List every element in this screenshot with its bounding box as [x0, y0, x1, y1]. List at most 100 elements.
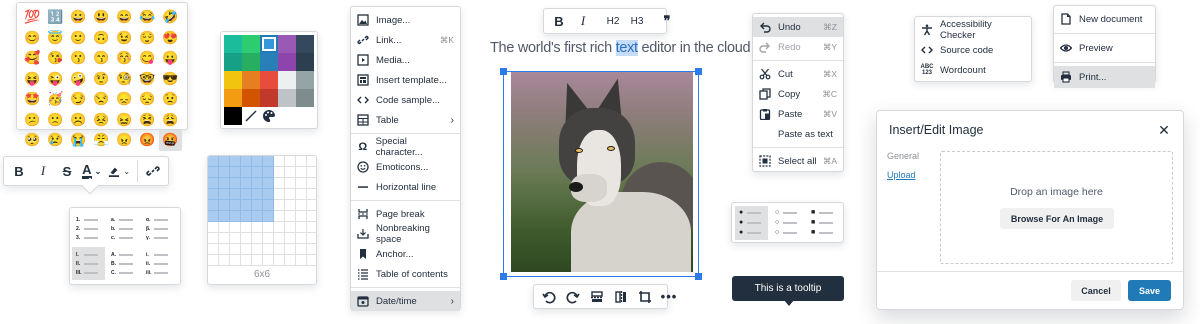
menu-item-horizontal-line[interactable]: Horizontal line — [351, 177, 460, 197]
menu-item-new-document[interactable]: New document — [1054, 8, 1155, 30]
emoji-item[interactable]: 😜 — [44, 69, 67, 90]
tab-general[interactable]: General — [887, 151, 919, 161]
numbered-list-style[interactable]: α. β. γ. — [142, 212, 175, 245]
emoji-item[interactable]: 😢 — [44, 130, 67, 151]
menu-item-page-break[interactable]: Page break — [351, 204, 460, 224]
italic-button[interactable]: I — [31, 159, 55, 183]
color-swatch[interactable] — [242, 35, 260, 53]
emoji-item[interactable]: 🤓 — [136, 69, 159, 90]
color-swatch[interactable] — [296, 35, 314, 53]
color-swatch[interactable] — [278, 35, 296, 53]
color-swatch[interactable] — [296, 53, 314, 71]
menu-item-date-time[interactable]: Date/time › — [351, 291, 460, 311]
emoji-item[interactable]: 🙃 — [90, 28, 113, 49]
menu-item-media[interactable]: Media... — [351, 50, 460, 70]
color-swatch[interactable] — [260, 35, 278, 53]
emoji-item[interactable]: 😟 — [159, 89, 182, 110]
emoji-item[interactable]: 😋 — [136, 48, 159, 69]
numbered-list-style[interactable]: I. II. III. — [72, 247, 105, 280]
italic-button[interactable]: I — [571, 9, 595, 33]
emoji-item[interactable]: 😍 — [159, 28, 182, 49]
flip-horizontal-button[interactable] — [609, 285, 633, 309]
bullet-style-square[interactable]: ■ ■ ■ — [807, 206, 840, 240]
emoji-item[interactable]: 😒 — [90, 89, 113, 110]
h2-button[interactable]: H2 — [601, 9, 625, 33]
emoji-item[interactable]: 😝 — [21, 69, 44, 90]
emoji-item[interactable]: 😂 — [136, 7, 159, 28]
tab-upload[interactable]: Upload — [887, 170, 919, 180]
emoji-item[interactable]: 😊 — [21, 28, 44, 49]
menu-item-image[interactable]: Image... — [351, 10, 460, 30]
table-grid[interactable] — [208, 156, 316, 266]
menu-item-source-code[interactable]: Source code — [915, 40, 1031, 60]
emoji-item[interactable]: 🥳 — [44, 89, 67, 110]
cancel-button[interactable]: Cancel — [1071, 280, 1121, 301]
menu-item-emoticons[interactable]: Emoticons... — [351, 157, 460, 177]
menu-item-select-all[interactable]: Select all ⌘A — [753, 151, 843, 171]
emoji-item[interactable]: 🥰 — [21, 48, 44, 69]
emoji-item[interactable]: 😘 — [44, 48, 67, 69]
color-swatch[interactable] — [278, 89, 296, 107]
numbered-list-style[interactable]: 1. 2. 3. — [72, 212, 105, 245]
emoji-item[interactable]: 😣 — [90, 110, 113, 131]
browse-image-button[interactable]: Browse For An Image — [1000, 208, 1114, 229]
color-swatch[interactable] — [224, 107, 242, 125]
menu-item-paste[interactable]: Paste ⌘V — [753, 104, 843, 124]
color-swatch[interactable] — [224, 53, 242, 71]
color-swatch[interactable] — [296, 71, 314, 89]
menu-item-paste-as-text[interactable]: Paste as text — [753, 124, 843, 144]
rotate-left-button[interactable] — [537, 285, 561, 309]
color-swatch[interactable] — [224, 89, 242, 107]
emoji-item[interactable]: 🤣 — [159, 7, 182, 28]
menu-item-code-sample[interactable]: Code sample... — [351, 90, 460, 110]
resize-handle[interactable] — [695, 273, 702, 280]
remove-color-icon[interactable] — [242, 107, 260, 125]
emoji-item[interactable]: 😕 — [21, 110, 44, 131]
resize-handle[interactable] — [500, 68, 507, 75]
emoji-item[interactable]: 😏 — [67, 89, 90, 110]
blockquote-button[interactable]: ❞ — [655, 9, 679, 33]
more-button[interactable]: ••• — [657, 285, 681, 309]
emoji-item[interactable]: 😇 — [44, 28, 67, 49]
menu-item-anchor[interactable]: Anchor... — [351, 244, 460, 264]
emoji-item[interactable]: 🤬 — [159, 130, 182, 151]
emoji-item[interactable]: 😗 — [67, 48, 90, 69]
emoji-item[interactable]: 😞 — [113, 89, 136, 110]
rotate-right-button[interactable] — [561, 285, 585, 309]
resize-handle[interactable] — [500, 273, 507, 280]
bullet-style-disc[interactable]: ● ● ● — [735, 205, 768, 240]
emoji-item[interactable]: 😩 — [159, 110, 182, 131]
editor-headline[interactable]: The world's first rich text editor in th… — [490, 40, 751, 56]
emoji-item[interactable]: 💯 — [21, 7, 44, 28]
color-swatch[interactable] — [242, 53, 260, 71]
emoji-item[interactable]: 🤩 — [21, 89, 44, 110]
link-button[interactable] — [141, 159, 165, 183]
emoji-item[interactable]: 😚 — [113, 48, 136, 69]
menu-item-link[interactable]: Link... ⌘K — [351, 30, 460, 50]
emoji-item[interactable]: 🔢 — [44, 7, 67, 28]
emoji-item[interactable]: 🙂 — [67, 28, 90, 49]
menu-item-cut[interactable]: Cut ⌘X — [753, 64, 843, 84]
menu-item-table[interactable]: Table › — [351, 110, 460, 130]
emoji-item[interactable]: 🤪 — [67, 69, 90, 90]
emoji-item[interactable]: 🥺 — [21, 130, 44, 151]
bold-button[interactable]: B — [7, 159, 31, 183]
emoji-item[interactable]: 😌 — [136, 28, 159, 49]
numbered-list-style[interactable]: i. ii. iii. — [142, 247, 175, 280]
resize-handle[interactable] — [695, 68, 702, 75]
color-swatch[interactable] — [224, 71, 242, 89]
emoji-item[interactable]: ☹️ — [67, 110, 90, 131]
emoji-item[interactable]: 🧐 — [113, 69, 136, 90]
flip-vertical-button[interactable] — [585, 285, 609, 309]
emoji-item[interactable]: 😫 — [136, 110, 159, 131]
emoji-item[interactable]: 😔 — [136, 89, 159, 110]
menu-item-copy[interactable]: Copy ⌘C — [753, 84, 843, 104]
menu-item-redo[interactable]: Redo ⌘Y — [753, 37, 843, 57]
menu-item-preview[interactable]: Preview — [1054, 37, 1155, 59]
highlight-color-button[interactable]: ⌄ — [104, 159, 134, 183]
menu-item-special-character[interactable]: Ω Special character... — [351, 136, 460, 158]
selected-image[interactable] — [500, 68, 702, 280]
bullet-style-circle[interactable]: ○ ○ ○ — [771, 206, 804, 240]
menu-item-wordcount[interactable]: ABC 123 Wordcount — [915, 60, 1031, 80]
close-icon[interactable]: ✕ — [1157, 122, 1171, 139]
